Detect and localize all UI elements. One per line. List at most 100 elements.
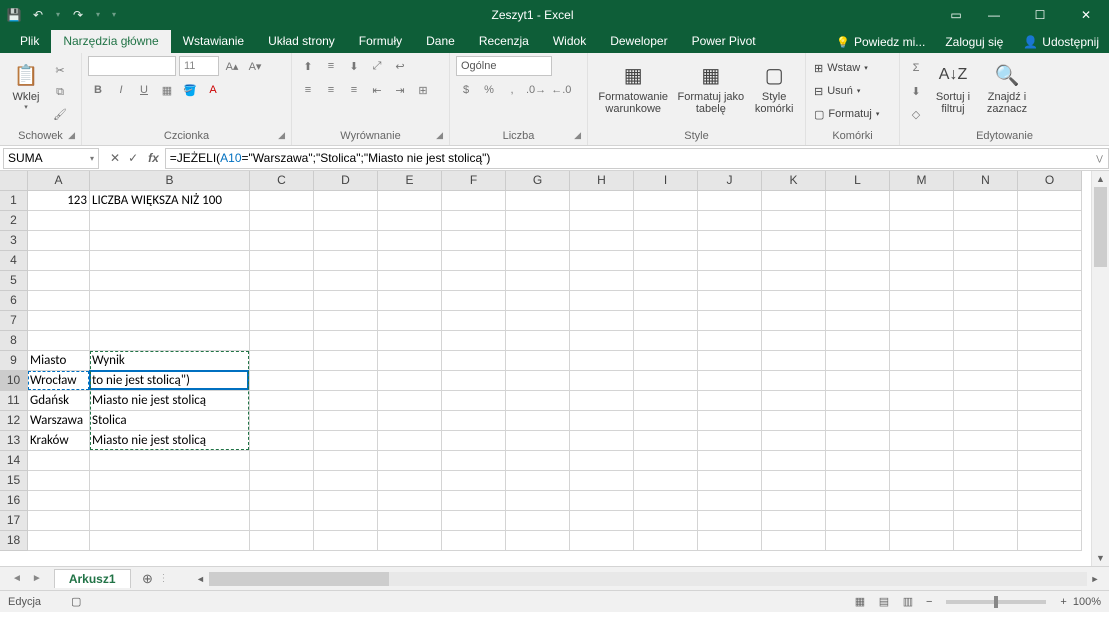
cell-M5[interactable] bbox=[890, 271, 954, 291]
cell-H4[interactable] bbox=[570, 251, 634, 271]
cell-N10[interactable] bbox=[954, 371, 1018, 391]
column-header[interactable]: B bbox=[90, 171, 250, 191]
cell-H8[interactable] bbox=[570, 331, 634, 351]
cell-E6[interactable] bbox=[378, 291, 442, 311]
cell-I15[interactable] bbox=[634, 471, 698, 491]
cell-C13[interactable] bbox=[250, 431, 314, 451]
cell-O13[interactable] bbox=[1018, 431, 1082, 451]
cell-F11[interactable] bbox=[442, 391, 506, 411]
cell-H11[interactable] bbox=[570, 391, 634, 411]
cell-A11[interactable]: Gdańsk bbox=[28, 391, 90, 411]
cell-K8[interactable] bbox=[762, 331, 826, 351]
cell-A6[interactable] bbox=[28, 291, 90, 311]
increase-decimal-icon[interactable]: .0→ bbox=[525, 80, 547, 100]
wrap-text-icon[interactable]: ↩ bbox=[390, 56, 410, 76]
cell-J11[interactable] bbox=[698, 391, 762, 411]
cell-N9[interactable] bbox=[954, 351, 1018, 371]
row-header[interactable]: 5 bbox=[0, 271, 28, 291]
cell-O12[interactable] bbox=[1018, 411, 1082, 431]
cell-G16[interactable] bbox=[506, 491, 570, 511]
sheet-tab[interactable]: Arkusz1 bbox=[54, 569, 131, 588]
cell-M16[interactable] bbox=[890, 491, 954, 511]
row-header[interactable]: 11 bbox=[0, 391, 28, 411]
row-header[interactable]: 15 bbox=[0, 471, 28, 491]
cell-M9[interactable] bbox=[890, 351, 954, 371]
cell-L13[interactable] bbox=[826, 431, 890, 451]
cell-D11[interactable] bbox=[314, 391, 378, 411]
cell-A14[interactable] bbox=[28, 451, 90, 471]
align-center-icon[interactable]: ≡ bbox=[321, 80, 341, 100]
cell-J12[interactable] bbox=[698, 411, 762, 431]
cell-D16[interactable] bbox=[314, 491, 378, 511]
cell-I6[interactable] bbox=[634, 291, 698, 311]
cell-G2[interactable] bbox=[506, 211, 570, 231]
cell-E14[interactable] bbox=[378, 451, 442, 471]
cell-E1[interactable] bbox=[378, 191, 442, 211]
cell-F8[interactable] bbox=[442, 331, 506, 351]
cell-E16[interactable] bbox=[378, 491, 442, 511]
cell-E13[interactable] bbox=[378, 431, 442, 451]
cell-F7[interactable] bbox=[442, 311, 506, 331]
insert-cells-button[interactable]: ⊞Wstaw▾ bbox=[812, 58, 881, 78]
cell-L7[interactable] bbox=[826, 311, 890, 331]
cell-E9[interactable] bbox=[378, 351, 442, 371]
cell-I4[interactable] bbox=[634, 251, 698, 271]
cell-B9[interactable]: Wynik bbox=[90, 351, 250, 371]
cell-K15[interactable] bbox=[762, 471, 826, 491]
cell-F16[interactable] bbox=[442, 491, 506, 511]
cell-A1[interactable]: 123 bbox=[28, 191, 90, 211]
cell-E17[interactable] bbox=[378, 511, 442, 531]
column-header[interactable]: K bbox=[762, 171, 826, 191]
cell-D6[interactable] bbox=[314, 291, 378, 311]
row-header[interactable]: 18 bbox=[0, 531, 28, 551]
column-header[interactable]: A bbox=[28, 171, 90, 191]
cell-G12[interactable] bbox=[506, 411, 570, 431]
cell-E4[interactable] bbox=[378, 251, 442, 271]
comma-format-icon[interactable]: , bbox=[502, 80, 522, 100]
cell-B5[interactable] bbox=[90, 271, 250, 291]
cell-E15[interactable] bbox=[378, 471, 442, 491]
cell-L14[interactable] bbox=[826, 451, 890, 471]
conditional-formatting-button[interactable]: ▦ Formatowanie warunkowe bbox=[594, 56, 672, 115]
cell-K2[interactable] bbox=[762, 211, 826, 231]
align-bottom-icon[interactable]: ⬇ bbox=[344, 56, 364, 76]
vertical-scrollbar[interactable]: ▲ ▼ bbox=[1091, 171, 1109, 566]
column-header[interactable]: H bbox=[570, 171, 634, 191]
cell-E12[interactable] bbox=[378, 411, 442, 431]
cell-L3[interactable] bbox=[826, 231, 890, 251]
cell-A4[interactable] bbox=[28, 251, 90, 271]
cell-E11[interactable] bbox=[378, 391, 442, 411]
cell-A13[interactable]: Kraków bbox=[28, 431, 90, 451]
accounting-format-icon[interactable]: $ bbox=[456, 80, 476, 100]
column-header[interactable]: N bbox=[954, 171, 1018, 191]
row-header[interactable]: 4 bbox=[0, 251, 28, 271]
copy-icon[interactable]: ⧉ bbox=[50, 82, 70, 102]
cell-N13[interactable] bbox=[954, 431, 1018, 451]
cell-J6[interactable] bbox=[698, 291, 762, 311]
number-format-combo[interactable]: Ogólne bbox=[456, 56, 552, 76]
cell-G5[interactable] bbox=[506, 271, 570, 291]
cell-G1[interactable] bbox=[506, 191, 570, 211]
cell-A2[interactable] bbox=[28, 211, 90, 231]
cell-D13[interactable] bbox=[314, 431, 378, 451]
cell-J9[interactable] bbox=[698, 351, 762, 371]
cell-D5[interactable] bbox=[314, 271, 378, 291]
cell-G3[interactable] bbox=[506, 231, 570, 251]
cell-M7[interactable] bbox=[890, 311, 954, 331]
cell-B13[interactable]: Miasto nie jest stolicą bbox=[90, 431, 250, 451]
cell-H18[interactable] bbox=[570, 531, 634, 551]
column-header[interactable]: E bbox=[378, 171, 442, 191]
cell-L1[interactable] bbox=[826, 191, 890, 211]
cell-J17[interactable] bbox=[698, 511, 762, 531]
format-painter-icon[interactable]: 🖌 bbox=[50, 104, 70, 124]
cell-K4[interactable] bbox=[762, 251, 826, 271]
page-break-view-icon[interactable]: ▥ bbox=[896, 593, 920, 611]
cell-C10[interactable] bbox=[250, 371, 314, 391]
cell-C17[interactable] bbox=[250, 511, 314, 531]
ribbon-display-options-icon[interactable]: ▭ bbox=[941, 0, 971, 29]
cell-D2[interactable] bbox=[314, 211, 378, 231]
redo-dropdown-icon[interactable]: ▾ bbox=[94, 10, 102, 19]
cell-J14[interactable] bbox=[698, 451, 762, 471]
cell-G11[interactable] bbox=[506, 391, 570, 411]
cell-C6[interactable] bbox=[250, 291, 314, 311]
